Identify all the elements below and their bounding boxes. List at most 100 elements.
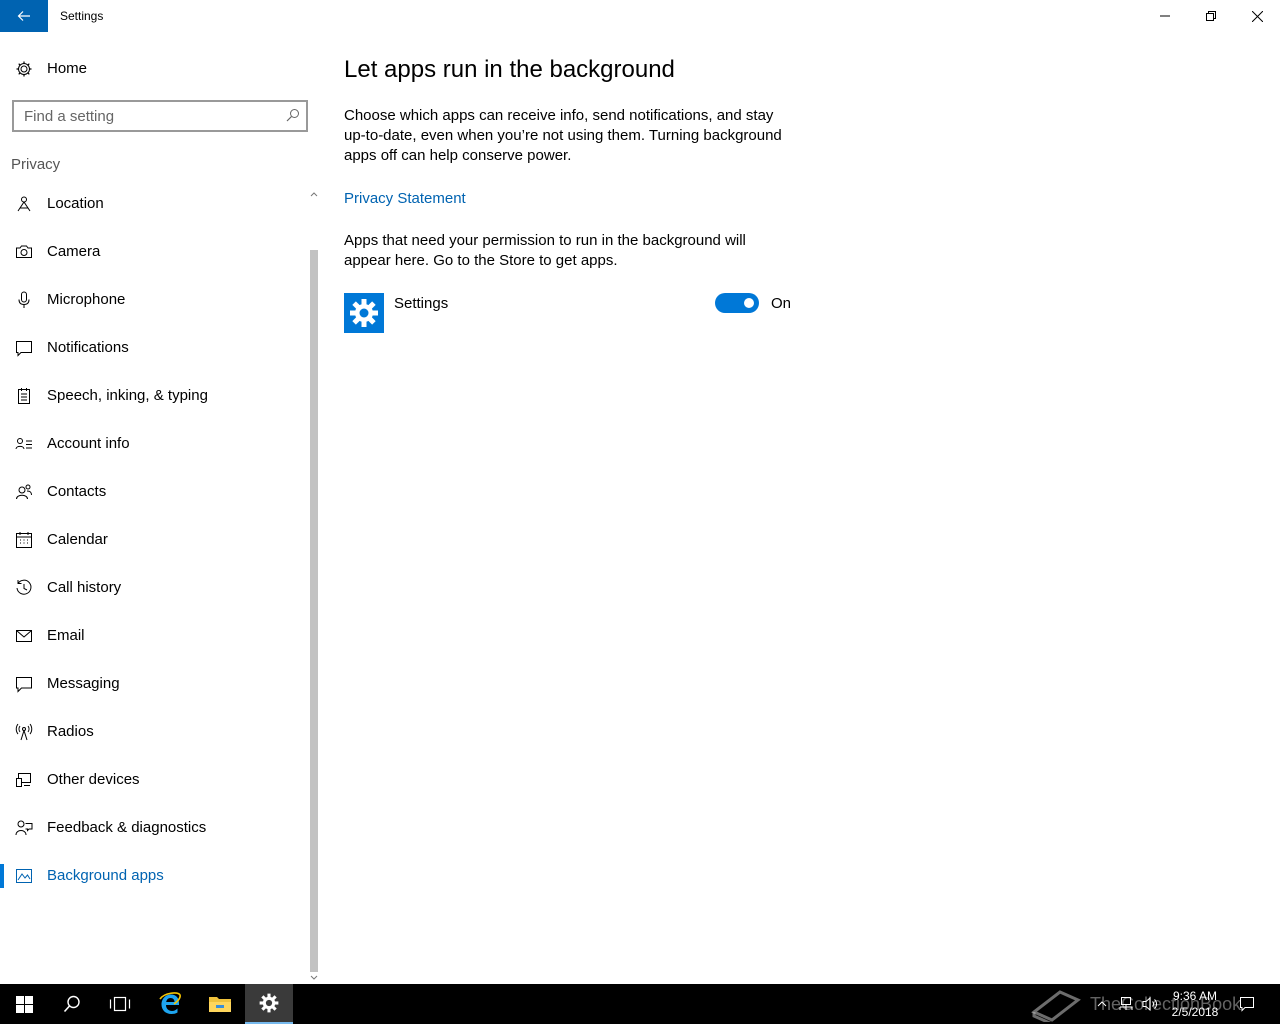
page-title: Let apps run in the background: [344, 56, 675, 83]
sidebar-item-label: Email: [47, 627, 85, 644]
sidebar-item-label: Notifications: [47, 339, 129, 356]
window-title: Settings: [60, 9, 104, 23]
clock-date: 2/5/2018: [1171, 1005, 1219, 1019]
scroll-up-button[interactable]: [308, 188, 320, 200]
search-input[interactable]: [24, 107, 274, 125]
sidebar-item-calendar[interactable]: Calendar: [0, 516, 307, 564]
taskbar-clock[interactable]: 9:36 AM 2/5/2018: [1160, 988, 1230, 1020]
app-tile: [344, 293, 384, 333]
app-row-settings: Settings On: [344, 293, 794, 333]
sidebar-scrollbar[interactable]: [308, 188, 320, 984]
sidebar-item-label: Radios: [47, 723, 94, 740]
sidebar-item-label: Feedback & diagnostics: [47, 819, 207, 836]
permission-note: Apps that need your permission to run in…: [344, 232, 746, 269]
sidebar-item-other-devices[interactable]: Other devices: [0, 756, 307, 804]
sidebar-item-location[interactable]: Location: [0, 180, 307, 228]
sidebar-item-label: Microphone: [47, 291, 126, 308]
sidebar-item-contacts[interactable]: Contacts: [0, 468, 307, 516]
contacts-icon: [16, 484, 32, 500]
close-icon: [1251, 10, 1263, 22]
book-logo-icon: [1031, 990, 1081, 1022]
title-bar: Settings: [0, 0, 1280, 32]
sidebar-item-speech[interactable]: Speech, inking, & typing: [0, 372, 307, 420]
show-hidden-icons-button[interactable]: [1094, 984, 1110, 1024]
sidebar-item-label: Location: [47, 195, 104, 212]
sidebar-item-account-info[interactable]: Account info: [0, 420, 307, 468]
close-button[interactable]: [1234, 0, 1280, 32]
sidebar-item-label: Account info: [47, 435, 130, 452]
sidebar-item-label: Calendar: [47, 531, 108, 548]
sidebar-item-email[interactable]: Email: [0, 612, 307, 660]
task-view-button[interactable]: [96, 984, 144, 1024]
feedback-icon: [15, 820, 33, 836]
section-label-privacy: Privacy: [11, 156, 61, 173]
speech-icon: [18, 388, 30, 404]
task-view-icon: [109, 996, 131, 1012]
folder-icon: [209, 997, 231, 1012]
action-center-icon: [1240, 997, 1254, 1012]
scroll-thumb[interactable]: [310, 250, 318, 972]
volume-tray-button[interactable]: [1140, 984, 1160, 1024]
sidebar-item-label: Camera: [47, 243, 101, 260]
restore-icon: [1206, 11, 1216, 21]
sidebar-item-messaging[interactable]: Messaging: [0, 660, 307, 708]
call-history-icon: [16, 579, 32, 595]
background-apps-icon: [16, 869, 32, 883]
location-icon: [17, 196, 31, 212]
sidebar-item-notifications[interactable]: Notifications: [0, 324, 307, 372]
sidebar-item-background-apps[interactable]: Background apps: [0, 852, 307, 900]
messaging-icon: [16, 677, 32, 693]
sidebar-item-feedback[interactable]: Feedback & diagnostics: [0, 804, 307, 852]
back-arrow-icon: [17, 11, 30, 21]
notifications-icon: [16, 341, 32, 357]
search-taskbar-button[interactable]: [48, 984, 96, 1024]
start-button[interactable]: [0, 984, 48, 1024]
chevron-down-icon: [310, 975, 318, 980]
network-icon: [1119, 997, 1133, 1010]
sidebar-item-label: Background apps: [47, 867, 164, 884]
nav-list: Location Camera Microphone Notifications: [0, 180, 307, 900]
search-icon: [63, 995, 80, 1013]
background-toggle[interactable]: [715, 293, 759, 313]
search-icon[interactable]: [286, 108, 300, 122]
sidebar-item-label: Speech, inking, & typing: [47, 387, 208, 404]
sidebar: Home Privacy Location Camera: [0, 32, 320, 984]
windows-logo-icon: [15, 995, 33, 1013]
restore-button[interactable]: [1188, 0, 1234, 32]
search-box[interactable]: [12, 100, 308, 132]
sidebar-item-label: Call history: [47, 579, 122, 596]
gear-icon: [16, 61, 32, 77]
camera-icon: [16, 245, 32, 258]
network-tray-button[interactable]: [1116, 984, 1136, 1024]
radios-icon: [15, 723, 33, 741]
other-devices-icon: [16, 773, 31, 787]
privacy-statement-link[interactable]: Privacy Statement: [344, 190, 466, 207]
sidebar-item-camera[interactable]: Camera: [0, 228, 307, 276]
clock-time: 9:36 AM: [1172, 989, 1218, 1003]
home-nav-item[interactable]: Home: [0, 52, 310, 84]
email-icon: [16, 630, 32, 642]
scroll-down-button[interactable]: [308, 972, 320, 984]
account-info-icon: [15, 438, 32, 450]
sidebar-item-microphone[interactable]: Microphone: [0, 276, 307, 324]
settings-taskbar-button[interactable]: [245, 984, 293, 1024]
microphone-icon: [18, 291, 30, 308]
calendar-icon: [16, 532, 32, 548]
minimize-icon: [1160, 15, 1170, 17]
chevron-up-icon: [1097, 1001, 1107, 1007]
minimize-button[interactable]: [1142, 0, 1188, 32]
toggle-knob: [744, 298, 754, 308]
file-explorer-button[interactable]: [196, 984, 244, 1024]
page-description: Choose which apps can receive info, send…: [344, 107, 782, 164]
sidebar-item-call-history[interactable]: Call history: [0, 564, 307, 612]
app-name: Settings: [394, 295, 449, 312]
sidebar-item-label: Messaging: [47, 675, 120, 692]
taskbar: TheCollectionBook 9:36 AM 2/5/2018: [0, 984, 1280, 1024]
edge-browser-button[interactable]: [146, 984, 194, 1024]
gear-icon: [259, 993, 279, 1013]
action-center-button[interactable]: [1236, 984, 1258, 1024]
sidebar-item-label: Other devices: [47, 771, 140, 788]
back-button[interactable]: [0, 0, 48, 32]
sidebar-item-radios[interactable]: Radios: [0, 708, 307, 756]
chevron-up-icon: [310, 192, 318, 197]
